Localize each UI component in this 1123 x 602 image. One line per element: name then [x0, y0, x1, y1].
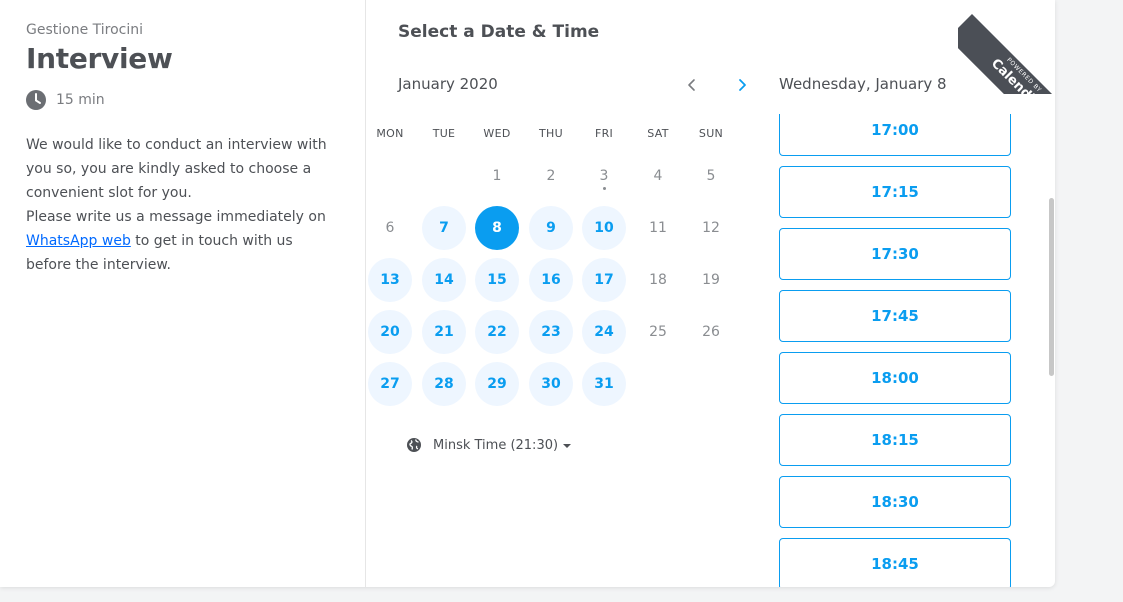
ribbon-band: POWERED BY Calendly — [958, 14, 1055, 94]
calendar-day[interactable]: 23 — [529, 310, 573, 354]
calendar-day: 3 — [599, 168, 609, 184]
globe-icon — [407, 438, 421, 452]
calendar-day[interactable]: 13 — [368, 258, 412, 302]
calendar-day[interactable]: 15 — [475, 258, 519, 302]
calendar-day[interactable]: 10 — [582, 206, 626, 250]
calendar-day[interactable]: 27 — [368, 362, 412, 406]
description-text: to get in touch with us — [130, 233, 293, 249]
weekday-label: SAT — [647, 127, 669, 140]
calendar-day: 2 — [546, 168, 556, 184]
calendar-day[interactable]: 20 — [368, 310, 412, 354]
calendar-day[interactable]: 22 — [475, 310, 519, 354]
weekday-label: FRI — [594, 127, 614, 140]
calendar-day[interactable]: 31 — [582, 362, 626, 406]
select-date-time-heading: Select a Date & Time — [398, 22, 600, 42]
calendar-day: 18 — [649, 272, 667, 288]
chevron-right-icon — [739, 79, 746, 91]
clock-icon — [26, 90, 46, 110]
calendar-day[interactable]: 28 — [422, 362, 466, 406]
calendar-day: 5 — [706, 168, 716, 184]
selected-date-heading: Wednesday, January 8 — [779, 75, 947, 93]
booking-card: Gestione Tirocini Interview 15 min We wo… — [0, 0, 1055, 587]
calendar-day: 12 — [702, 220, 720, 236]
calendar-day[interactable]: 14 — [422, 258, 466, 302]
time-slot-button[interactable]: 18:00 — [779, 352, 1011, 404]
event-details-panel: Gestione Tirocini Interview 15 min We wo… — [0, 0, 366, 587]
month-label: January 2020 — [398, 75, 498, 93]
next-month-button[interactable] — [729, 72, 755, 98]
calendar-day: 11 — [649, 220, 667, 236]
calendar-day: 6 — [385, 220, 395, 236]
calendar-day: 1 — [492, 168, 502, 184]
whatsapp-web-link[interactable]: WhatsApp web — [26, 233, 131, 249]
weekday-label: SUN — [698, 127, 724, 140]
description-text: Please write us a message immediately on — [26, 209, 326, 225]
calendar-day: 26 — [702, 324, 720, 340]
timezone-label: Minsk Time (21:30) — [433, 437, 559, 453]
time-slot-button[interactable]: 18:15 — [779, 414, 1011, 466]
organizer-name: Gestione Tirocini — [26, 22, 144, 38]
calendar-day[interactable]: 9 — [529, 206, 573, 250]
time-slot-button[interactable]: 17:45 — [779, 290, 1011, 342]
time-slot-button[interactable]: 17:00 — [779, 114, 1011, 156]
calendar-day[interactable]: 17 — [582, 258, 626, 302]
caret-down-icon — [563, 444, 572, 448]
previous-month-button[interactable] — [679, 72, 705, 98]
calendar-day[interactable]: 7 — [422, 206, 466, 250]
calendar-day-selected[interactable]: 8 — [475, 206, 519, 250]
time-slot-list: 17:00 17:15 17:30 17:45 18:00 18:15 18:30 18:45 — [779, 114, 1029, 587]
description-text: before the interview. — [26, 257, 171, 273]
description-text: you so, you are kindly asked to choose a — [26, 161, 312, 177]
today-indicator-dot — [602, 187, 606, 190]
weekday-label: MON — [376, 127, 404, 140]
weekday-label: WED — [483, 127, 511, 140]
event-duration: 15 min — [26, 90, 105, 110]
description-text: We would like to conduct an interview wi… — [26, 137, 327, 153]
calendar-day[interactable]: 21 — [422, 310, 466, 354]
calendar-day[interactable]: 16 — [529, 258, 573, 302]
timezone-selector[interactable]: Minsk Time (21:30) — [406, 437, 572, 453]
calendar-day[interactable]: 30 — [529, 362, 573, 406]
duration-label: 15 min — [56, 92, 105, 108]
calendar-day[interactable]: 24 — [582, 310, 626, 354]
calendar-day[interactable]: 29 — [475, 362, 519, 406]
calendar-day: 19 — [702, 272, 720, 288]
event-title: Interview — [26, 42, 173, 75]
chevron-left-icon — [688, 79, 695, 91]
time-slot-button[interactable]: 18:30 — [779, 476, 1011, 528]
calendar-day: 25 — [649, 324, 667, 340]
time-slot-button[interactable]: 17:15 — [779, 166, 1011, 218]
time-slot-button[interactable]: 17:30 — [779, 228, 1011, 280]
powered-by-ribbon[interactable]: POWERED BY Calendly — [958, 0, 1055, 94]
scheduler-panel: Select a Date & Time January 2020 MON TUE… — [366, 0, 1055, 587]
description-text: convenient slot for you. — [26, 185, 192, 201]
time-slot-button[interactable]: 18:45 — [779, 538, 1011, 587]
scrollbar-thumb[interactable] — [1049, 198, 1054, 376]
event-description: We would like to conduct an interview wi… — [26, 133, 346, 277]
weekday-label: TUE — [432, 127, 456, 140]
calendar-day: 4 — [653, 168, 663, 184]
weekday-label: THU — [539, 127, 563, 140]
